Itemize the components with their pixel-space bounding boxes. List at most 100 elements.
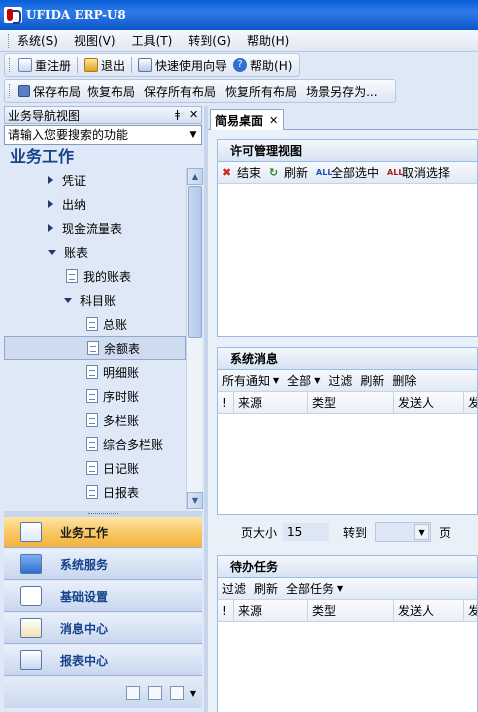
help-button[interactable]: ? 帮助(H) bbox=[233, 57, 292, 74]
column-header[interactable]: ! bbox=[218, 392, 234, 413]
refresh-button[interactable]: ↻ 刷新 bbox=[269, 164, 308, 181]
document-icon bbox=[86, 485, 98, 499]
restore-layout-button[interactable]: 恢复布局 bbox=[87, 83, 135, 100]
scroll-up-icon[interactable]: ▲ bbox=[187, 168, 203, 185]
exit-button[interactable]: 退出 bbox=[84, 57, 125, 74]
tree-item-label: 凭证 bbox=[62, 173, 87, 188]
column-header[interactable]: ! bbox=[218, 600, 234, 621]
tree-item-label: 日记账 bbox=[103, 461, 140, 476]
page-select[interactable]: ▼ bbox=[375, 522, 432, 542]
monitor-icon bbox=[20, 554, 42, 574]
save-layout-button[interactable]: 保存布局 bbox=[18, 83, 81, 100]
layout-toolbar: 保存布局 恢复布局 保存所有布局 恢复所有布局 场景另存为... bbox=[4, 79, 396, 103]
scroll-thumb[interactable] bbox=[188, 186, 202, 338]
refresh-button[interactable]: 刷新 bbox=[254, 580, 278, 597]
column-header[interactable]: 来源 bbox=[234, 600, 308, 621]
tree-scrollbar[interactable]: ▲ ▼ bbox=[186, 168, 203, 510]
exit-icon bbox=[84, 58, 99, 72]
menu-goto[interactable]: 转到(G) bbox=[188, 32, 231, 49]
close-icon[interactable]: ✕ bbox=[269, 114, 278, 127]
nav-button-basic-settings[interactable]: 基础设置 bbox=[4, 581, 202, 612]
nav-button-business[interactable]: 业务工作 bbox=[4, 517, 202, 548]
grip-icon bbox=[9, 58, 12, 72]
all-notices-dropdown[interactable]: 所有通知 ▼ bbox=[222, 372, 279, 389]
menu-tools[interactable]: 工具(T) bbox=[132, 32, 173, 49]
message-grid-header: ! 来源 类型 发送人 发 bbox=[218, 392, 477, 414]
tree-item-label: 总账 bbox=[103, 317, 128, 332]
chevron-down-icon[interactable]: ▼ bbox=[414, 524, 430, 540]
tree-item-label: 账表 bbox=[64, 245, 89, 260]
column-header[interactable]: 发送人 bbox=[394, 392, 464, 413]
end-button[interactable]: ✖ 结束 bbox=[222, 164, 261, 181]
save-all-layouts-button[interactable]: 保存所有布局 bbox=[144, 83, 216, 100]
tree-item[interactable]: 总账 bbox=[4, 312, 186, 336]
deselect-button[interactable]: ALL 取消选择 bbox=[387, 164, 450, 181]
page-size-input[interactable]: 15 bbox=[283, 523, 330, 541]
filter-button[interactable]: 过滤 bbox=[222, 580, 246, 597]
tree-item[interactable]: 明细账 bbox=[4, 360, 186, 384]
tree-item[interactable]: 科目账 bbox=[4, 288, 186, 312]
chevron-down-icon[interactable]: ▼ bbox=[190, 689, 196, 698]
license-toolbar: ✖ 结束 ↻ 刷新 ALL 全部选中 ALL 取消选择 bbox=[218, 162, 477, 184]
shortcut-icon[interactable] bbox=[125, 686, 140, 700]
chevron-down-icon: ▼ bbox=[273, 376, 280, 385]
nav-search-input[interactable]: 请输入您要搜索的功能 ▼ bbox=[4, 125, 202, 145]
save-scene-as-button[interactable]: 场景另存为... bbox=[306, 83, 377, 100]
page-unit-label: 页 bbox=[439, 525, 452, 540]
chevron-down-icon[interactable]: ▼ bbox=[185, 126, 201, 144]
column-header[interactable]: 发 bbox=[464, 392, 477, 413]
todo-grid-header: ! 来源 类型 发送人 发 bbox=[218, 600, 477, 622]
grid-view-icon[interactable] bbox=[147, 686, 162, 700]
tab-simple-desktop[interactable]: 简易桌面 ✕ bbox=[210, 109, 284, 130]
scroll-down-icon[interactable]: ▼ bbox=[187, 492, 203, 509]
refresh-icon: ↻ bbox=[269, 165, 279, 179]
title-bar: UFIDA ERP-U8 bbox=[0, 0, 478, 30]
tree-item-label: 科目账 bbox=[80, 293, 117, 308]
document-icon bbox=[86, 437, 98, 451]
pin-icon[interactable]: ǂ bbox=[175, 108, 180, 121]
refresh-button[interactable]: 刷新 bbox=[360, 372, 384, 389]
close-icon[interactable]: ✕ bbox=[189, 108, 198, 121]
document-icon bbox=[86, 389, 98, 403]
todo-panel: 待办任务 过滤 刷新 全部任务▼ ! 来源 类型 发送人 发 bbox=[217, 555, 478, 712]
document-tab-bar: 简易桌面 ✕ bbox=[208, 106, 478, 130]
tree-item[interactable]: 综合多栏账 bbox=[4, 432, 186, 456]
separator bbox=[77, 57, 79, 73]
document-icon bbox=[86, 413, 98, 427]
quickstart-button[interactable]: 快速使用向导 bbox=[138, 57, 227, 74]
column-header[interactable]: 类型 bbox=[308, 392, 394, 413]
nav-panel-header: 业务导航视图 ǂ ✕ bbox=[4, 106, 202, 124]
all-tasks-dropdown[interactable]: 全部任务 ▼ bbox=[286, 580, 343, 597]
tree-item[interactable]: 账表 bbox=[4, 240, 186, 264]
panel-title: 系统消息 bbox=[218, 348, 477, 370]
restore-all-layouts-button[interactable]: 恢复所有布局 bbox=[225, 83, 297, 100]
nav-button-report-center[interactable]: 报表中心 bbox=[4, 645, 202, 676]
column-header[interactable]: 发 bbox=[464, 600, 477, 621]
tree-item[interactable]: 凭证 bbox=[4, 168, 186, 192]
tree-item[interactable]: 日报表 bbox=[4, 480, 186, 504]
nav-button-system-service[interactable]: 系统服务 bbox=[4, 549, 202, 580]
document-icon bbox=[86, 317, 98, 331]
tree-item[interactable]: 现金流量表 bbox=[4, 216, 186, 240]
tree-item[interactable]: 多栏账 bbox=[4, 408, 186, 432]
register-button[interactable]: 重注册 bbox=[18, 57, 71, 74]
menu-view[interactable]: 视图(V) bbox=[74, 32, 116, 49]
tree-view-icon[interactable] bbox=[169, 686, 184, 700]
chevron-down-icon bbox=[48, 249, 56, 255]
delete-button[interactable]: 删除 bbox=[392, 372, 416, 389]
tree-item[interactable]: 序时账 bbox=[4, 384, 186, 408]
menu-system[interactable]: 系统(S) bbox=[17, 32, 58, 49]
nav-button-message-center[interactable]: 消息中心 bbox=[4, 613, 202, 644]
column-header[interactable]: 发送人 bbox=[394, 600, 464, 621]
tree-item[interactable]: 我的账表 bbox=[4, 264, 186, 288]
column-header[interactable]: 来源 bbox=[234, 392, 308, 413]
register-icon bbox=[18, 58, 32, 72]
tree-item[interactable]: 出纳 bbox=[4, 192, 186, 216]
tree-item[interactable]: 余额表 bbox=[4, 336, 186, 360]
filter-button[interactable]: 过滤 bbox=[328, 372, 352, 389]
menu-help[interactable]: 帮助(H) bbox=[247, 32, 289, 49]
select-all-button[interactable]: ALL 全部选中 bbox=[316, 164, 379, 181]
all-dropdown[interactable]: 全部 ▼ bbox=[287, 372, 320, 389]
column-header[interactable]: 类型 bbox=[308, 600, 394, 621]
tree-item[interactable]: 日记账 bbox=[4, 456, 186, 480]
